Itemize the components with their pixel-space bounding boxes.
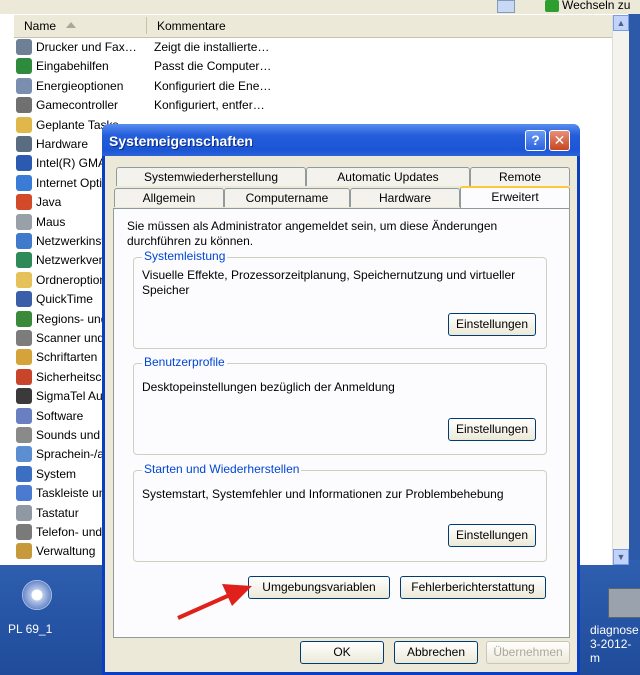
control-panel-item-icon	[16, 174, 32, 191]
tab-systemwiederherstellung[interactable]: Systemwiederherstellung	[116, 167, 306, 186]
control-panel-item-icon	[16, 543, 32, 560]
control-panel-item-icon	[16, 407, 32, 424]
address-dropdown-button[interactable]	[497, 0, 515, 13]
list-item-name: Gamecontroller	[36, 98, 119, 113]
sort-ascending-icon	[66, 22, 76, 28]
list-item-comment: Konfiguriert, entfer…	[154, 98, 265, 113]
control-panel-item-icon	[16, 155, 32, 172]
list-item[interactable]: Energieoptionen Konfiguriert die Ene…	[14, 77, 294, 96]
control-panel-item-icon	[16, 330, 32, 346]
column-separator[interactable]	[146, 17, 147, 34]
list-item[interactable]: Eingabehilfen Passt die Computer…	[14, 57, 294, 76]
control-panel-item-icon	[16, 116, 32, 133]
annotation-arrow	[177, 584, 252, 620]
column-header: Name Kommentare	[14, 15, 614, 38]
help-button[interactable]: ?	[525, 130, 546, 151]
control-panel-item-icon	[16, 446, 32, 463]
error-reporting-button[interactable]: Fehlerberichterstattung	[400, 576, 546, 599]
control-panel-item-icon	[16, 388, 32, 405]
scroll-up-icon[interactable]: ▲	[613, 15, 629, 31]
list-item-name: Energieoptionen	[36, 78, 124, 93]
group-label: Systemleistung	[142, 249, 228, 263]
list-item-name: Eingabehilfen	[36, 59, 109, 74]
tab-automatic-updates[interactable]: Automatic Updates	[306, 167, 470, 186]
list-item[interactable]: Drucker und Fax… Zeigt die installierte…	[14, 38, 294, 57]
vertical-scrollbar[interactable]: ▲ ▼	[612, 15, 629, 565]
desktop-edge	[628, 14, 640, 560]
column-name-header[interactable]: Name	[24, 19, 56, 33]
group-benutzerprofile: Benutzerprofile Desktopeinstellungen bez…	[133, 355, 547, 455]
list-item-comment: Passt die Computer…	[154, 59, 272, 74]
group-description: Visuelle Effekte, Prozessorzeitplanung, …	[142, 268, 516, 297]
tab-allgemein[interactable]: Allgemein	[114, 188, 224, 207]
control-panel-item-icon	[16, 271, 32, 288]
desktop-icon-diagnose-label-2[interactable]: 3-2012-m	[590, 637, 640, 665]
control-panel-item-icon	[16, 194, 32, 211]
desktop-icon-diagnose-label[interactable]: diagnose	[590, 623, 639, 637]
control-panel-item-icon	[16, 465, 32, 482]
control-panel-item-icon	[16, 427, 32, 443]
column-comment-header[interactable]: Kommentare	[157, 19, 226, 33]
group-starten-wiederherstellen: Starten und Wiederherstellen Systemstart…	[133, 462, 547, 562]
arrow-shaft	[177, 592, 233, 620]
group-label: Benutzerprofile	[142, 355, 227, 369]
control-panel-item-icon	[16, 310, 32, 327]
go-arrow-icon[interactable]	[545, 0, 559, 12]
control-panel-item-icon	[16, 524, 32, 540]
control-panel-item-icon	[16, 252, 32, 269]
control-panel-item-icon	[16, 213, 32, 230]
tab-hardware[interactable]: Hardware	[350, 188, 460, 207]
environment-variables-button[interactable]: Umgebungsvariablen	[248, 576, 390, 599]
cancel-button[interactable]: Abbrechen	[394, 641, 478, 664]
cd-disc-icon	[22, 580, 52, 610]
control-panel-item-icon	[16, 485, 32, 502]
apply-button[interactable]: Übernehmen	[486, 641, 570, 664]
dialog-titlebar[interactable]: Systemeigenschaften ? ✕	[102, 124, 580, 156]
group-systemleistung: Systemleistung Visuelle Effekte, Prozess…	[133, 249, 547, 349]
group-description: Systemstart, Systemfehler und Informatio…	[142, 487, 504, 501]
control-panel-item-icon	[16, 368, 32, 385]
tab-remote[interactable]: Remote	[470, 167, 570, 186]
chip-icon[interactable]	[608, 588, 640, 618]
control-panel-item-icon	[16, 77, 32, 94]
go-button-label[interactable]: Wechseln zu	[562, 0, 630, 12]
list-item-name: Drucker und Fax…	[36, 40, 137, 54]
dialog-title: Systemeigenschaften	[109, 133, 253, 149]
benutzerprofile-settings-button[interactable]: Einstellungen	[448, 418, 536, 441]
scroll-down-icon[interactable]: ▼	[613, 549, 629, 565]
control-panel-item-icon	[16, 233, 32, 249]
close-button[interactable]: ✕	[549, 130, 570, 151]
admin-notice: Sie müssen als Administrator angemeldet …	[127, 219, 498, 248]
list-item[interactable]: Gamecontroller Konfiguriert, entfer…	[14, 96, 294, 115]
control-panel-item-icon	[16, 349, 32, 366]
group-label: Starten und Wiederherstellen	[142, 462, 302, 476]
control-panel-item-icon	[16, 136, 32, 152]
group-description: Desktopeinstellungen bezüglich der Anmel…	[142, 380, 395, 394]
desktop-icon-pl[interactable]	[8, 580, 56, 620]
ok-button[interactable]: OK	[300, 641, 384, 664]
systemleistung-settings-button[interactable]: Einstellungen	[448, 313, 536, 336]
starten-settings-button[interactable]: Einstellungen	[448, 524, 536, 547]
control-panel-item-icon	[16, 291, 32, 308]
list-item-comment: Zeigt die installierte…	[154, 40, 270, 54]
tab-erweitert[interactable]: Erweitert	[460, 186, 570, 208]
tab-computername[interactable]: Computername	[224, 188, 350, 207]
list-item-comment: Konfiguriert die Ene…	[154, 78, 272, 93]
control-panel-item-icon	[16, 39, 32, 55]
address-bar: Wechseln zu	[0, 0, 640, 14]
control-panel-item-icon	[16, 58, 32, 75]
control-panel-item-icon	[16, 97, 32, 114]
control-panel-item-icon	[16, 504, 32, 521]
desktop-icon-pl-label[interactable]: PL 69_1	[8, 622, 52, 636]
